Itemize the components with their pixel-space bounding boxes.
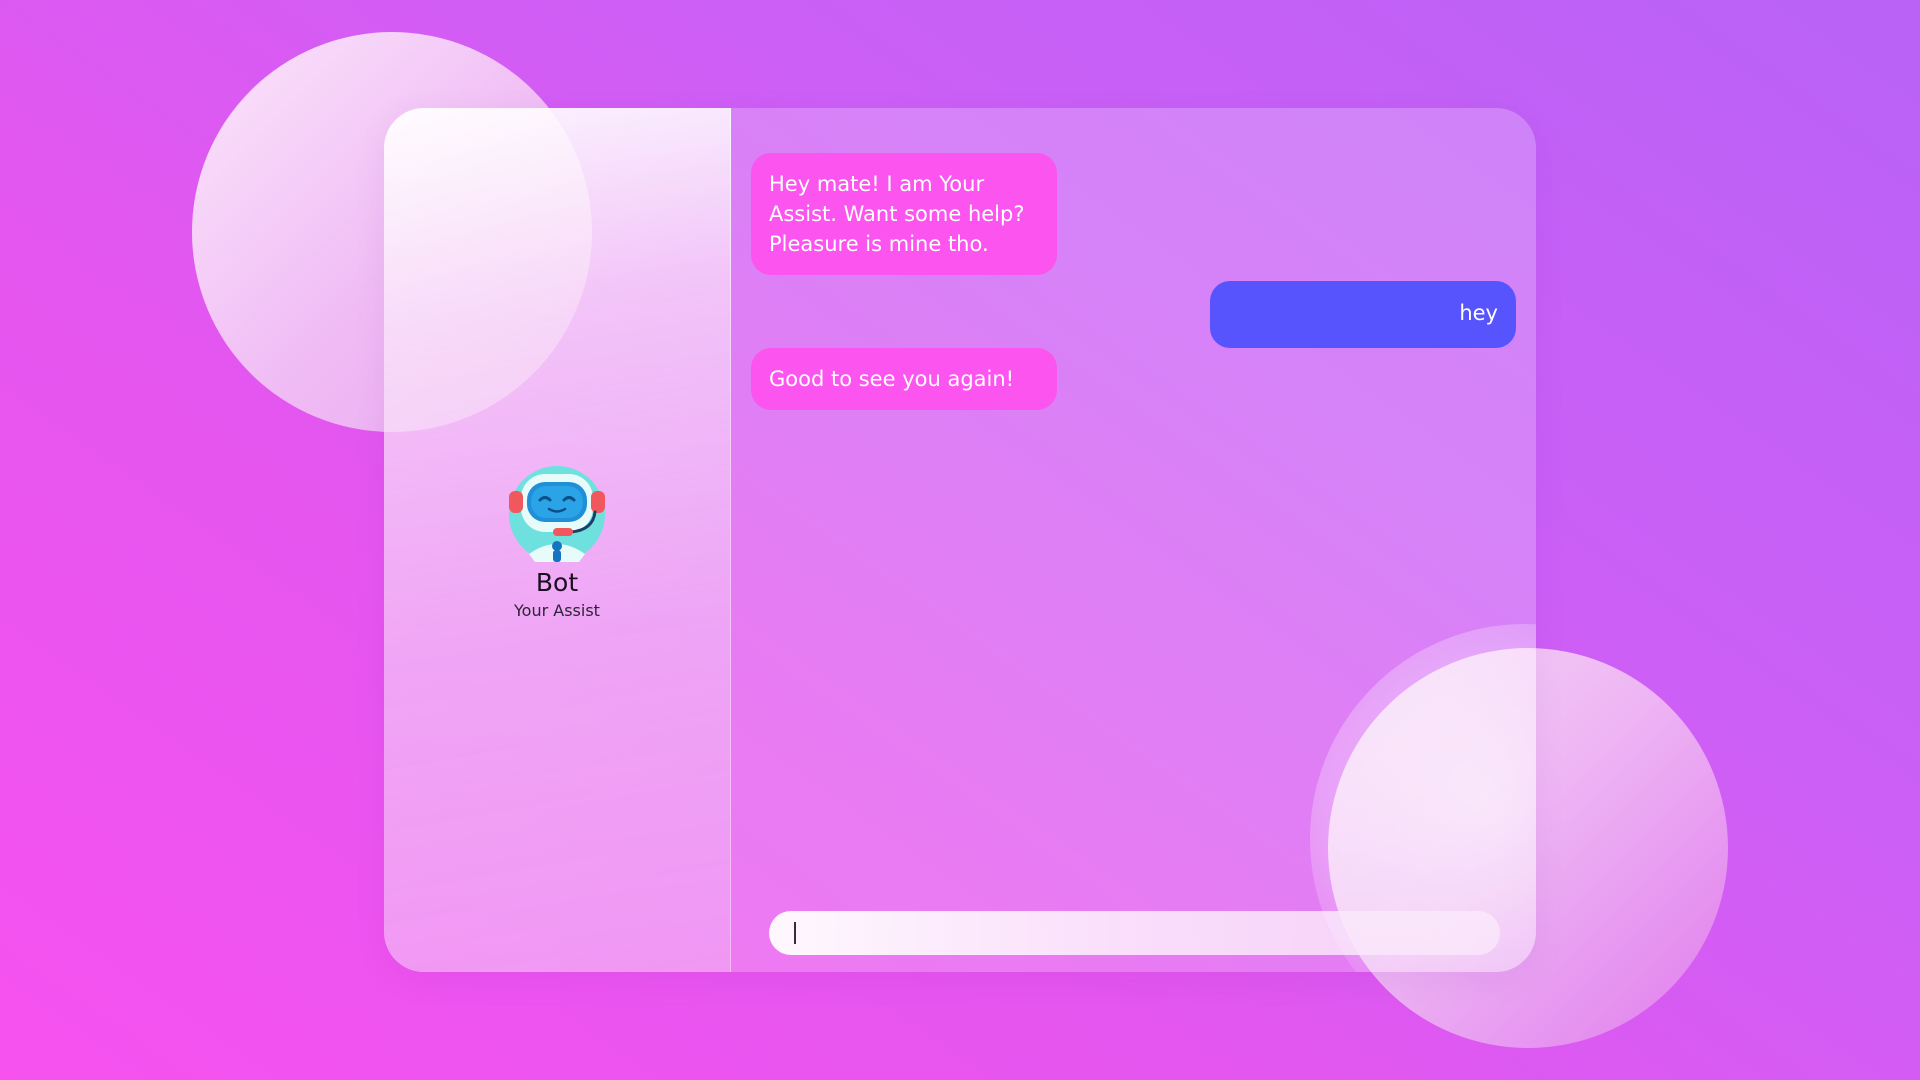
message-input-container[interactable] bbox=[769, 911, 1500, 957]
chat-window: Bot Your Assist Hey mate! I am Your Assi… bbox=[384, 108, 1536, 972]
bot-profile-panel: Bot Your Assist bbox=[384, 108, 731, 972]
text-caret bbox=[794, 922, 796, 944]
chat-area: Hey mate! I am Your Assist. Want some he… bbox=[731, 108, 1536, 972]
bot-name: Bot bbox=[535, 568, 579, 597]
user-message: hey bbox=[1210, 281, 1516, 348]
bot-subtitle: Your Assist bbox=[514, 601, 600, 620]
message-input[interactable] bbox=[791, 911, 1482, 957]
bot-message: Good to see you again! bbox=[751, 348, 1057, 410]
robot-headset-icon bbox=[509, 466, 605, 562]
bot-message: Hey mate! I am Your Assist. Want some he… bbox=[751, 153, 1057, 275]
bot-profile: Bot Your Assist bbox=[384, 464, 730, 621]
